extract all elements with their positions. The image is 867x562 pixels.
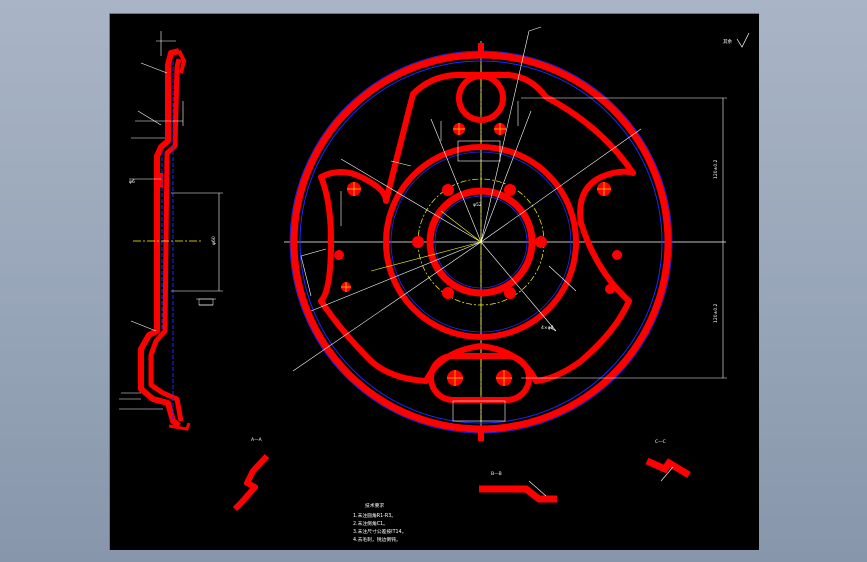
dim-bottom-height: 120±0.2 — [713, 303, 719, 323]
notes-title: 技术要求 — [365, 502, 384, 509]
note-line-1: 1.未注圆角R1-R3。 — [353, 512, 396, 519]
dim-center-hole: φ52 — [473, 202, 482, 208]
note-line-4: 4.去毛刺，锐边倒钝。 — [353, 536, 401, 543]
section-detail-a: A—A — [232, 437, 270, 512]
section-detail-c: C—C — [645, 439, 691, 482]
technical-notes: 技术要求 1.未注圆角R1-R3。 2.未注倒角C1。 3.未注尺寸公差按IT1… — [353, 502, 406, 543]
cad-drawing[interactable]: φ60 φ6 120±0.2 120±0.2 4×φ8 φ52 其余 A—A B… — [110, 14, 759, 550]
note-line-2: 2.未注倒角C1。 — [353, 520, 388, 527]
bottom-slot — [428, 353, 532, 403]
svg-text:其余: 其余 — [723, 38, 732, 45]
dim-hole-note: 4×φ8 — [541, 325, 554, 331]
side-dim-callout: φ6 — [129, 179, 135, 185]
svg-text:C—C: C—C — [655, 439, 666, 445]
svg-text:B—B: B—B — [491, 471, 502, 477]
dim-top-height: 120±0.2 — [713, 159, 719, 179]
section-detail-b: B—B — [479, 471, 557, 503]
side-section-view: φ60 φ6 — [119, 31, 223, 431]
main-plan-view: 120±0.2 120±0.2 4×φ8 φ52 — [284, 26, 727, 441]
svg-text:A—A: A—A — [251, 437, 263, 443]
note-line-3: 3.未注尺寸公差按IT14。 — [353, 528, 406, 535]
roughness-symbol: 其余 — [723, 32, 750, 48]
side-dim-box — [198, 298, 214, 306]
side-dim-height: φ60 — [211, 236, 217, 245]
cad-viewport[interactable]: φ60 φ6 120±0.2 120±0.2 4×φ8 φ52 其余 A—A B… — [109, 13, 759, 550]
